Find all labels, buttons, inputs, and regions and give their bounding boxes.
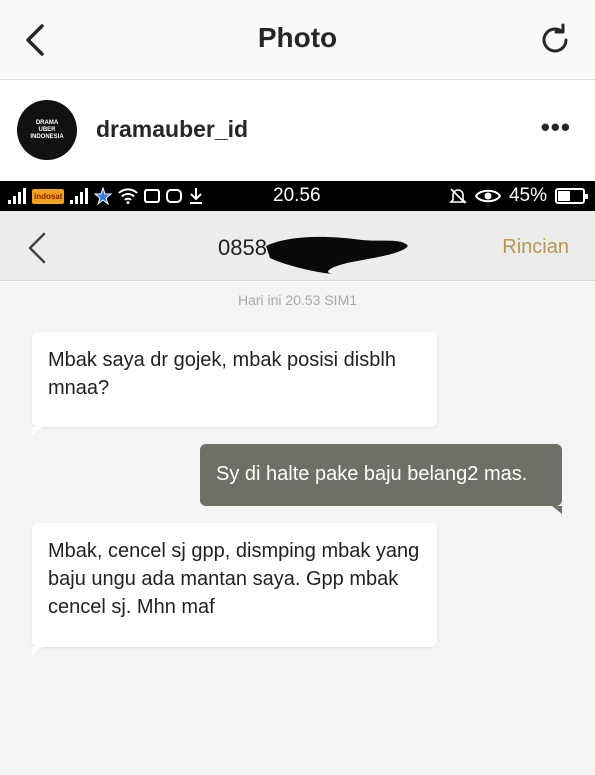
status-icons-left: indosat [8, 185, 204, 207]
eye-icon [474, 189, 501, 203]
battery-percent: 45% [508, 185, 547, 206]
back-chevron-icon[interactable] [24, 231, 50, 265]
incoming-message[interactable]: Mbak saya dr gojek, mbak posisi disblh m… [32, 332, 437, 435]
avatar-text-line: INDONESIA [30, 133, 64, 140]
status-time: 20.56 [273, 185, 321, 206]
outgoing-message[interactable]: Sy di halte pake baju belang2 mas. [200, 444, 562, 514]
status-icons-right: 45% [449, 185, 588, 207]
username-link[interactable]: dramauber_id [96, 116, 248, 143]
bbm-icon [144, 189, 161, 203]
signal-icon [8, 188, 26, 204]
signal-icon [70, 188, 89, 204]
page-title: Photo [257, 22, 338, 53]
battery-icon [555, 188, 588, 204]
refresh-icon[interactable] [537, 22, 573, 58]
operator-icon: indosat [32, 188, 65, 204]
contact-number: 0858 [218, 235, 267, 260]
star-icon [94, 187, 113, 205]
post-author-row [0, 81, 595, 181]
avatar[interactable]: DRAMA UBER INDONESIA [17, 100, 77, 160]
details-link[interactable]: Rincian [502, 236, 569, 259]
mute-icon [449, 188, 467, 204]
timestamp-label: Hari ini 20.53 SIM1 [237, 292, 358, 308]
phone-status-bar: indosat 20.56 45% [0, 181, 595, 211]
avatar-text-line: UBER [38, 126, 56, 133]
more-options-button[interactable]: ••• [541, 112, 571, 143]
avatar-text-line: DRAMA [35, 119, 59, 126]
wifi-icon [118, 188, 139, 204]
redaction-scribble [266, 236, 408, 274]
incoming-message[interactable]: Mbak, cencel sj gpp, dismping mbak yang … [32, 523, 437, 655]
instagram-icon [166, 189, 183, 203]
download-icon [190, 188, 203, 204]
